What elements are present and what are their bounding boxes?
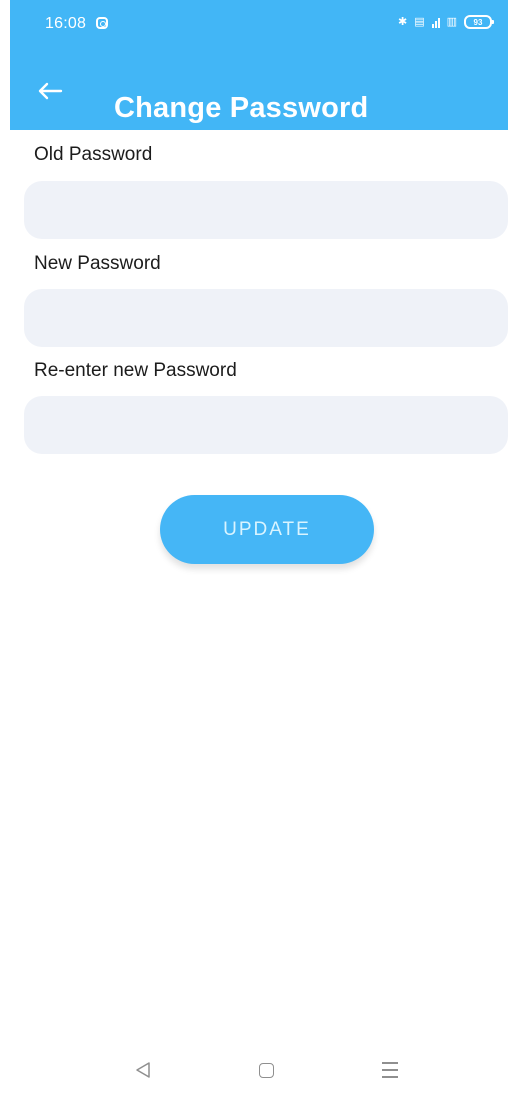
back-arrow-icon bbox=[38, 82, 63, 100]
back-icon[interactable] bbox=[134, 1061, 152, 1079]
bluetooth-icon: ✱ bbox=[397, 15, 408, 28]
signal-icon bbox=[431, 16, 440, 28]
reenter-password-label: Re-enter new Password bbox=[34, 360, 237, 381]
old-password-label: Old Password bbox=[34, 144, 153, 165]
status-icons: ✱ ▤ ▥ 93 bbox=[397, 15, 494, 29]
update-button[interactable]: UPDATE bbox=[160, 495, 374, 564]
status-bar: 16:08 ✱ ▤ ▥ 93 bbox=[10, 0, 508, 52]
new-password-field[interactable] bbox=[24, 289, 508, 347]
page-title: Change Password bbox=[114, 92, 369, 125]
reenter-password-field[interactable] bbox=[24, 396, 508, 454]
old-password-field[interactable] bbox=[24, 181, 508, 239]
status-time: 16:08 bbox=[45, 15, 87, 32]
android-navigation-bar bbox=[0, 1044, 508, 1096]
home-icon[interactable] bbox=[259, 1063, 274, 1078]
back-button[interactable] bbox=[29, 72, 71, 110]
change-password-screen: 16:08 ✱ ▤ ▥ 93 Change Password Old Passw… bbox=[0, 0, 508, 1096]
battery-level: 93 bbox=[473, 17, 483, 27]
vibrate-icon: ▤ bbox=[414, 15, 425, 28]
new-password-label: New Password bbox=[34, 253, 161, 274]
menu-icon[interactable] bbox=[382, 1061, 398, 1078]
network-icon: ▥ bbox=[446, 15, 457, 28]
app-bar: Change Password bbox=[10, 52, 508, 130]
battery-icon: 93 bbox=[464, 15, 494, 29]
camera-icon bbox=[96, 17, 108, 29]
